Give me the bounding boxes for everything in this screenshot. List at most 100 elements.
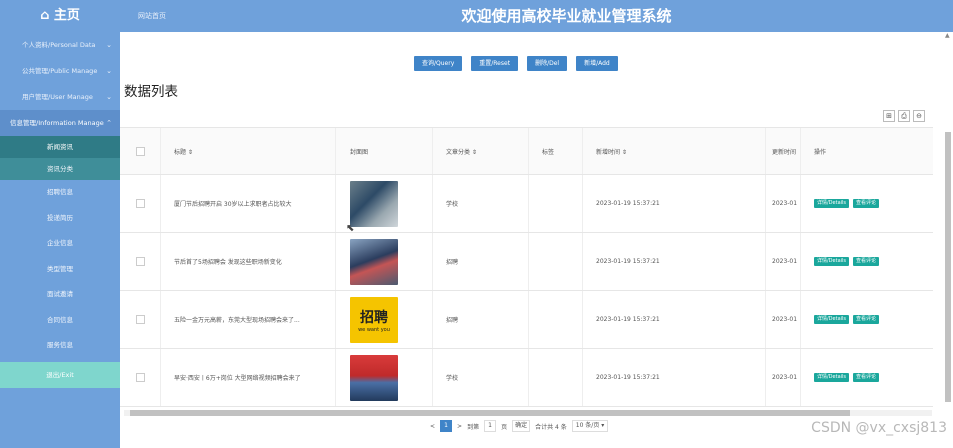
col-cover: 封面图 — [350, 148, 369, 156]
row-title: 早安·西安丨6万+岗位 大型网络视频招聘会来了 — [174, 375, 301, 382]
row-title: 五险一金万元高薪，东莞大型现场招聘会来了... — [174, 317, 300, 324]
table-toolbar: ⊞ ⎙ ⊖ — [883, 110, 925, 122]
watermark: CSDN @vx_cxsj813 — [811, 420, 947, 436]
columns-icon[interactable]: ⊞ — [883, 110, 895, 122]
page-number-current[interactable]: 1 — [440, 420, 453, 432]
row-title: 厦门节后招聘开启 30岁以上求职者占比较大 — [174, 201, 292, 208]
page-size-select[interactable]: 10 条/页 ▾ — [571, 420, 609, 432]
prev-page-button[interactable]: < — [430, 423, 435, 430]
sidebar-item-interviews[interactable]: 面试邀请 — [0, 282, 120, 308]
sidebar-item-jobs[interactable]: 招聘信息 — [0, 180, 120, 206]
sidebar-group-label: 用户管理/User Manage — [22, 93, 93, 101]
vertical-scrollbar[interactable]: ▲ — [933, 32, 953, 448]
sidebar-group-user[interactable]: 用户管理/User Manage ⌄ — [0, 84, 120, 110]
select-all-checkbox[interactable] — [136, 146, 145, 156]
row-updated: 2023-01 — [772, 200, 798, 207]
view-comments-button[interactable]: 查看评论 — [853, 257, 880, 266]
details-button[interactable]: 详情/Details — [814, 199, 850, 208]
row-created: 2023-01-19 15:37:21 — [596, 316, 660, 323]
row-category: 招聘 — [446, 259, 459, 266]
goto-page-input[interactable]: 1 — [484, 420, 497, 432]
list-title: 数据列表 — [124, 84, 178, 100]
sidebar-group-label: 信息管理/Information Manage — [10, 119, 104, 127]
details-button[interactable]: 详情/Details — [814, 315, 850, 324]
row-created: 2023-01-19 15:37:21 — [596, 200, 660, 207]
cover-image-text: 招聘 — [360, 309, 388, 326]
cover-image — [350, 238, 398, 285]
mouse-cursor-icon: ⬉ — [346, 223, 355, 234]
view-comments-button[interactable]: 查看评论 — [853, 315, 880, 324]
sidebar-item-types[interactable]: 类型管理 — [0, 257, 120, 283]
row-checkbox[interactable] — [136, 373, 145, 382]
table-row: 厦门节后招聘开启 30岁以上求职者占比较大 学校 2023-01-19 15:3… — [120, 175, 933, 233]
confirm-button[interactable]: 确定 — [512, 420, 531, 432]
cover-image — [350, 180, 398, 227]
total-count: 合计共 4 条 — [535, 423, 567, 431]
print-icon[interactable]: ⎙ — [898, 110, 910, 122]
cover-image — [350, 354, 398, 401]
col-updated[interactable]: 更新时间 — [772, 128, 798, 174]
row-updated: 2023-01 — [772, 258, 798, 265]
details-button[interactable]: 详情/Details — [814, 373, 850, 382]
row-updated: 2023-01 — [772, 316, 798, 323]
row-checkbox[interactable] — [136, 199, 145, 208]
col-tags: 标签 — [542, 148, 555, 156]
chevron-down-icon: ⌄ — [106, 41, 112, 49]
view-comments-button[interactable]: 查看评论 — [853, 199, 880, 208]
sidebar-group-label: 公共管理/Public Manage — [22, 67, 98, 75]
top-bar: ⌂ 主页 网站首页 欢迎使用高校毕业就业管理系统 — [0, 0, 953, 32]
next-page-button[interactable]: > — [457, 423, 462, 430]
goto-label: 到第 — [467, 423, 480, 431]
details-button[interactable]: 详情/Details — [814, 257, 850, 266]
add-button[interactable]: 新增/Add — [576, 56, 618, 71]
view-comments-button[interactable]: 查看评论 — [853, 373, 880, 382]
sidebar-item-services[interactable]: 服务信息 — [0, 333, 120, 359]
chevron-down-icon: ⌄ — [106, 67, 112, 75]
sidebar-group-label: 个人资料/Personal Data — [22, 41, 96, 49]
col-title[interactable]: 标题 ⇕ — [174, 128, 193, 174]
export-icon[interactable]: ⊖ — [913, 110, 925, 122]
main-content: 查询/Query 重置/Reset 删除/Del 新增/Add 数据列表 ⊞ ⎙… — [120, 32, 933, 448]
sidebar-item-news-category[interactable]: 资讯分类 — [0, 158, 120, 180]
row-created: 2023-01-19 15:37:21 — [596, 374, 660, 381]
query-button[interactable]: 查询/Query — [414, 56, 463, 71]
cover-image-caption: we want you — [358, 326, 390, 333]
scroll-thumb[interactable] — [130, 410, 850, 416]
table-row: 五险一金万元高薪，东莞大型现场招聘会来了... 招聘 we want you 招… — [120, 291, 933, 349]
row-category: 招聘 — [446, 317, 459, 324]
chevron-down-icon: ⌄ — [106, 93, 112, 101]
sidebar-group-personal[interactable]: 个人资料/Personal Data ⌄ — [0, 32, 120, 58]
system-title: 欢迎使用高校毕业就业管理系统 — [461, 7, 672, 25]
row-category: 学校 — [446, 375, 459, 382]
sidebar-item-companies[interactable]: 企业信息 — [0, 231, 120, 257]
action-buttons: 查询/Query 重置/Reset 删除/Del 新增/Add — [414, 56, 618, 71]
sidebar: 个人资料/Personal Data ⌄ 公共管理/Public Manage ⌄ … — [0, 32, 120, 448]
col-ops: 操作 — [814, 148, 827, 156]
sidebar-group-information[interactable]: 信息管理/Information Manage ⌃ — [0, 110, 120, 136]
row-title: 节后首了5场招聘会 发现这些职场新变化 — [174, 259, 282, 266]
data-table: 标题 ⇕ 封面图 文章分类 ⇕ 标签 新增时间 ⇕ 更新时间 操作 厦门节后招聘… — [120, 127, 933, 407]
row-checkbox[interactable] — [136, 257, 145, 266]
sidebar-item-resumes[interactable]: 投递简历 — [0, 206, 120, 232]
reset-button[interactable]: 重置/Reset — [471, 56, 519, 71]
col-category[interactable]: 文章分类 ⇕ — [446, 128, 477, 174]
scroll-thumb[interactable] — [945, 132, 951, 402]
sidebar-item-contracts[interactable]: 合同信息 — [0, 308, 120, 334]
pagination: < 1 > 到第 1 页 确定 合计共 4 条 10 条/页 ▾ — [430, 420, 609, 432]
table-header: 标题 ⇕ 封面图 文章分类 ⇕ 标签 新增时间 ⇕ 更新时间 操作 — [120, 127, 933, 175]
horizontal-scrollbar[interactable] — [124, 410, 932, 416]
cover-image: 招聘 we want you — [350, 296, 398, 343]
delete-button[interactable]: 删除/Del — [527, 56, 568, 71]
sidebar-exit-button[interactable]: 退出/Exit — [0, 361, 120, 388]
row-category: 学校 — [446, 201, 459, 208]
sidebar-item-news[interactable]: 新闻资讯 — [0, 136, 120, 158]
scroll-up-icon[interactable]: ▲ — [945, 32, 950, 39]
col-created[interactable]: 新增时间 ⇕ — [596, 128, 627, 174]
sidebar-group-public[interactable]: 公共管理/Public Manage ⌄ — [0, 58, 120, 84]
table-row: 早安·西安丨6万+岗位 大型网络视频招聘会来了 学校 2023-01-19 15… — [120, 349, 933, 407]
row-checkbox[interactable] — [136, 315, 145, 324]
table-row: 节后首了5场招聘会 发现这些职场新变化 招聘 2023-01-19 15:37:… — [120, 233, 933, 291]
row-created: 2023-01-19 15:37:21 — [596, 258, 660, 265]
row-updated: 2023-01 — [772, 374, 798, 381]
chevron-up-icon: ⌃ — [106, 119, 112, 127]
